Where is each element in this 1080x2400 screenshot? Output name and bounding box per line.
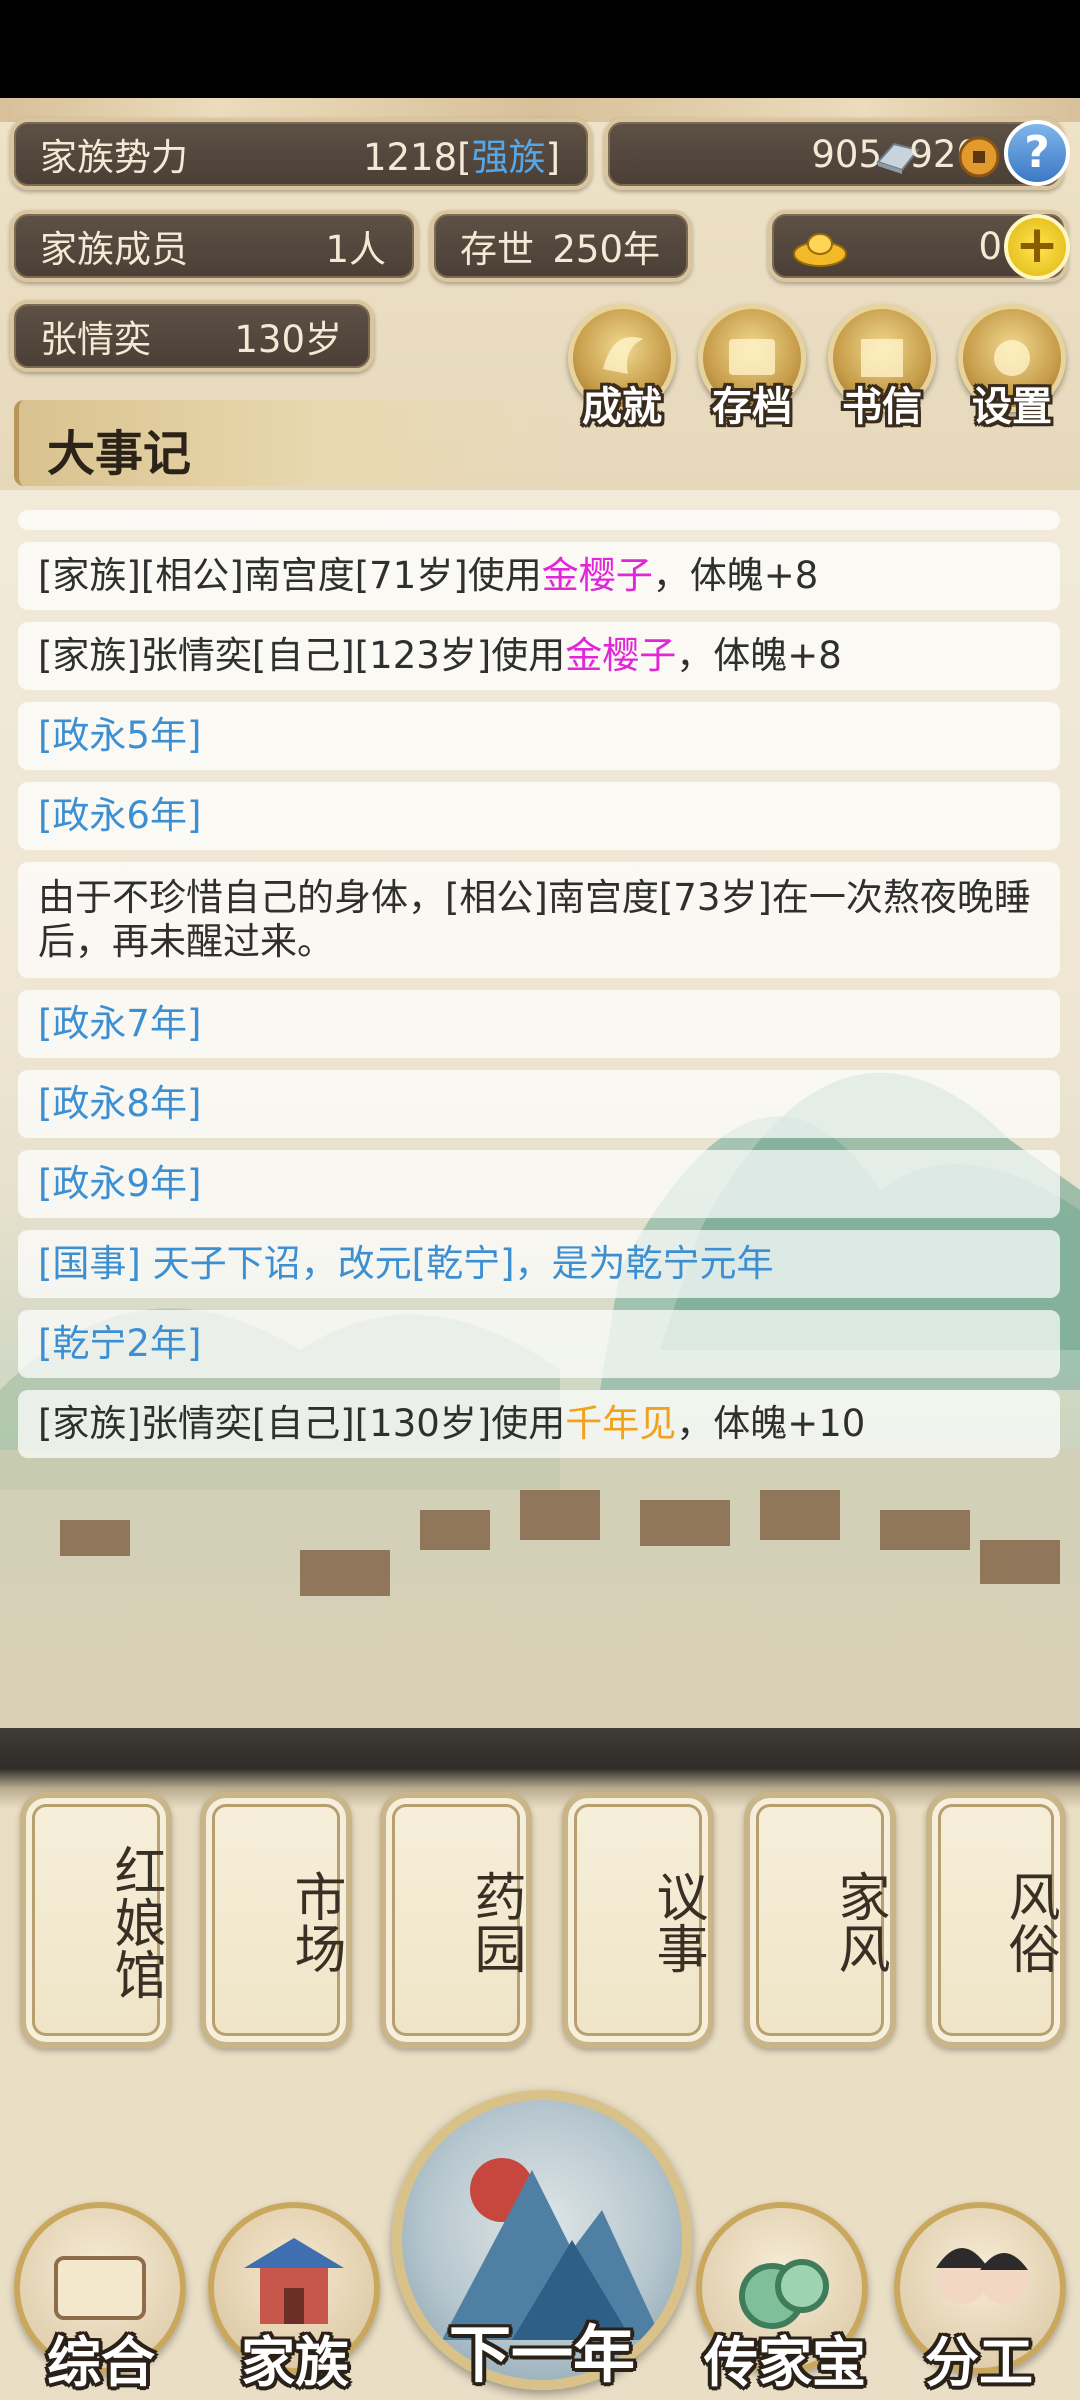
building-label: 家风 xyxy=(829,1870,889,1974)
overview-label: 综合 xyxy=(47,2331,155,2394)
silver-count: 905 xyxy=(811,132,882,176)
log-entry: [家族][相公]南宫度[71岁]使用金樱子，体魄+8 xyxy=(18,542,1060,610)
leader-age: 130岁 xyxy=(234,318,342,361)
family-rank-badge: 强族 xyxy=(471,136,546,179)
landscape-background: [家族][相公]南宫度[71岁]使用金樱子，体魄+8 [家族]张情奕[自己][1… xyxy=(0,490,1080,1730)
existence-value: 250年 xyxy=(552,228,660,271)
family-power-panel[interactable]: 家族势力 1218[强族] xyxy=(10,118,592,190)
existence-label: 存世 xyxy=(460,228,534,271)
building-market[interactable]: 市场 xyxy=(200,1792,352,2048)
currency-panel: 905 920 xyxy=(604,118,1064,190)
building-label: 风俗 xyxy=(999,1870,1059,1974)
item-name: 金樱子 xyxy=(541,554,653,597)
log-entry: 由于不珍惜自己的身体，[相公]南宫度[73岁]在一次熬夜晚睡后，再未醒过来。 xyxy=(18,862,1060,978)
building-label: 药园 xyxy=(465,1870,525,1974)
copper-coin-icon xyxy=(958,136,1000,187)
status-bar xyxy=(0,0,1080,98)
building-label: 议事 xyxy=(647,1870,707,1974)
gold-count: 0 xyxy=(978,224,1002,268)
settings-label: 设置 xyxy=(972,384,1052,430)
chronicle-title: 大事记 xyxy=(47,426,192,482)
add-icon[interactable]: + xyxy=(1004,214,1070,280)
building-matchmaker[interactable]: 红娘馆 xyxy=(20,1792,172,2048)
log-entry-year: [政永9年] xyxy=(18,1150,1060,1218)
building-label: 市场 xyxy=(285,1870,345,1974)
log-entry-year: [政永8年] xyxy=(18,1070,1060,1138)
building-customs[interactable]: 风俗 xyxy=(926,1792,1066,2048)
building-herb-garden[interactable]: 药园 xyxy=(380,1792,532,2048)
family-members-value: 1人 xyxy=(325,228,386,271)
family-power-value: 1218 xyxy=(362,136,458,179)
leader-name: 张情奕 xyxy=(40,318,151,361)
log-entry-state: [国事] 天子下诏，改元[乾宁]，是为乾宁元年 xyxy=(18,1230,1060,1298)
letters-label: 书信 xyxy=(842,384,922,430)
log-entry: [家族]张情奕[自己][130岁]使用千年见，体魄+10 xyxy=(18,1390,1060,1458)
log-entry-year: [乾宁2年] xyxy=(18,1310,1060,1378)
building-council[interactable]: 议事 xyxy=(562,1792,714,2048)
family-members-panel[interactable]: 家族成员 1人 xyxy=(10,210,418,282)
leader-panel[interactable]: 张情奕 130岁 xyxy=(10,300,374,372)
log-entry xyxy=(18,510,1060,530)
log-entry-year: [政永5年] xyxy=(18,702,1060,770)
item-name: 千年见 xyxy=(565,1402,677,1445)
help-icon[interactable]: ? xyxy=(1004,120,1070,186)
heirloom-label: 传家宝 xyxy=(704,2331,866,2394)
log-entry: [家族]张情奕[自己][123岁]使用金樱子，体魄+8 xyxy=(18,622,1060,690)
log-entry-year: [政永6年] xyxy=(18,782,1060,850)
chronicle-log[interactable]: [家族][相公]南宫度[71岁]使用金樱子，体魄+8 [家族]张情奕[自己][1… xyxy=(18,510,1060,1470)
existence-panel: 存世 250年 xyxy=(430,210,692,282)
building-family-tradition[interactable]: 家风 xyxy=(744,1792,896,2048)
next-year-label: 下一年 xyxy=(448,2318,635,2391)
log-entry-year: [政永7年] xyxy=(18,990,1060,1058)
save-label: 存档 xyxy=(712,384,792,430)
chronicle-header: 大事记 xyxy=(14,400,579,486)
family-label: 家族 xyxy=(241,2331,349,2394)
family-members-label: 家族成员 xyxy=(40,228,188,271)
division-label: 分工 xyxy=(925,2331,1033,2394)
gold-ingot-icon xyxy=(792,224,848,279)
building-label: 红娘馆 xyxy=(105,1844,165,2000)
family-power-label: 家族势力 xyxy=(40,136,188,179)
item-name: 金樱子 xyxy=(565,634,677,677)
